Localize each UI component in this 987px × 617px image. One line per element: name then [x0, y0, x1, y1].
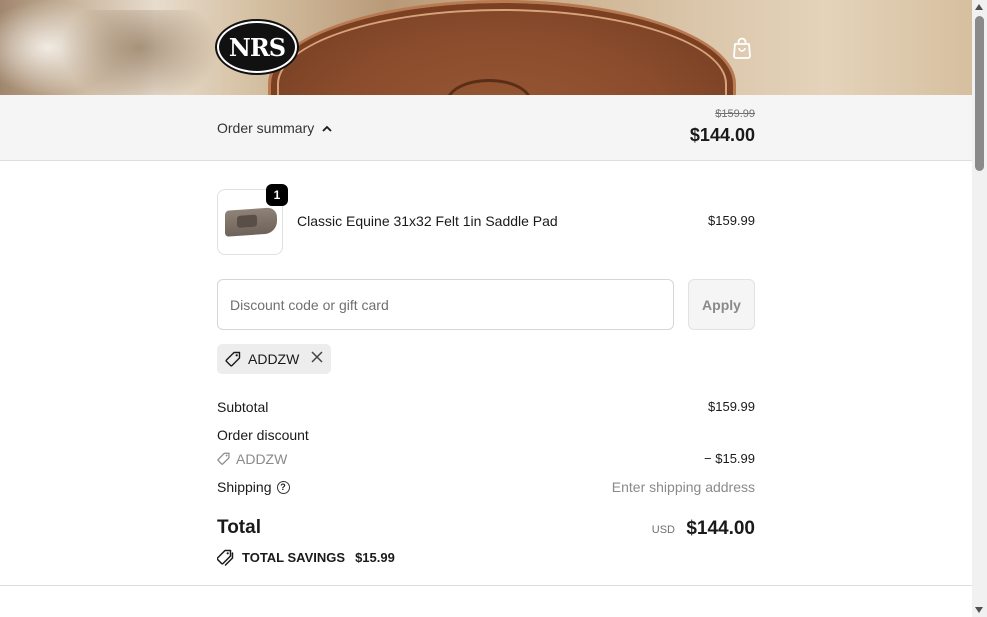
hero-banner: NRS [0, 0, 972, 95]
saddle-pad-image [225, 207, 277, 237]
shipping-label: Shipping [217, 479, 272, 495]
applied-discount-code: ADDZW [248, 351, 300, 367]
shopping-bag-icon [733, 37, 751, 59]
shipping-row: Shipping ? Enter shipping address [217, 479, 755, 495]
apply-button[interactable]: Apply [688, 279, 755, 330]
cart-button[interactable] [731, 36, 753, 60]
order-summary-bar: Order summary $159.99 $144.00 [0, 95, 972, 161]
discount-code-row: ADDZW − $15.99 [217, 451, 755, 467]
total-value: $144.00 [686, 518, 755, 539]
total-label: Total [217, 517, 261, 538]
summary-total: $144.00 [689, 125, 755, 145]
product-price: $159.99 [708, 213, 755, 228]
discount-code-label: ADDZW [236, 451, 288, 467]
discount-code-input[interactable] [217, 279, 674, 330]
product-line-item: 1 Classic Equine 31x32 Felt 1in Saddle P… [217, 184, 755, 255]
section-divider [0, 585, 972, 586]
scroll-down-arrow-icon[interactable] [975, 607, 983, 613]
tag-icon [217, 452, 230, 465]
scroll-thumb[interactable] [975, 16, 984, 171]
product-name: Classic Equine 31x32 Felt 1in Saddle Pad [297, 213, 558, 229]
order-summary-toggle[interactable]: Order summary [217, 120, 332, 136]
total-savings: TOTAL SAVINGS $15.99 [217, 549, 395, 566]
applied-discount-chip: ADDZW [217, 344, 332, 374]
savings-label: TOTAL SAVINGS [242, 550, 346, 565]
help-icon[interactable]: ? [276, 480, 290, 494]
close-icon [311, 351, 323, 363]
store-logo[interactable]: NRS [217, 21, 297, 73]
saddle-image [268, 0, 736, 95]
order-discount-row: Order discount [217, 427, 755, 443]
savings-value: $15.99 [355, 550, 395, 565]
shipping-value: Enter shipping address [611, 479, 755, 495]
tags-icon [217, 549, 234, 566]
tag-icon [225, 351, 241, 366]
order-summary-label: Order summary [217, 120, 315, 136]
hero-background-blur [60, 10, 220, 95]
scroll-up-arrow-icon[interactable] [975, 4, 983, 10]
quantity-badge: 1 [266, 184, 288, 206]
page-scrollbar[interactable] [972, 0, 987, 617]
order-discount-label: Order discount [217, 427, 309, 443]
currency-code: USD [651, 524, 675, 536]
total-row: Total USD $144.00 [217, 517, 755, 539]
remove-discount-button[interactable] [311, 350, 323, 368]
chevron-up-icon [322, 125, 332, 132]
subtotal-row: Subtotal $159.99 [217, 399, 755, 415]
discount-value: − $15.99 [704, 451, 755, 466]
subtotal-label: Subtotal [217, 399, 269, 415]
original-total: $159.99 [715, 108, 755, 120]
discount-form: Apply [217, 279, 755, 330]
subtotal-value: $159.99 [708, 399, 755, 414]
